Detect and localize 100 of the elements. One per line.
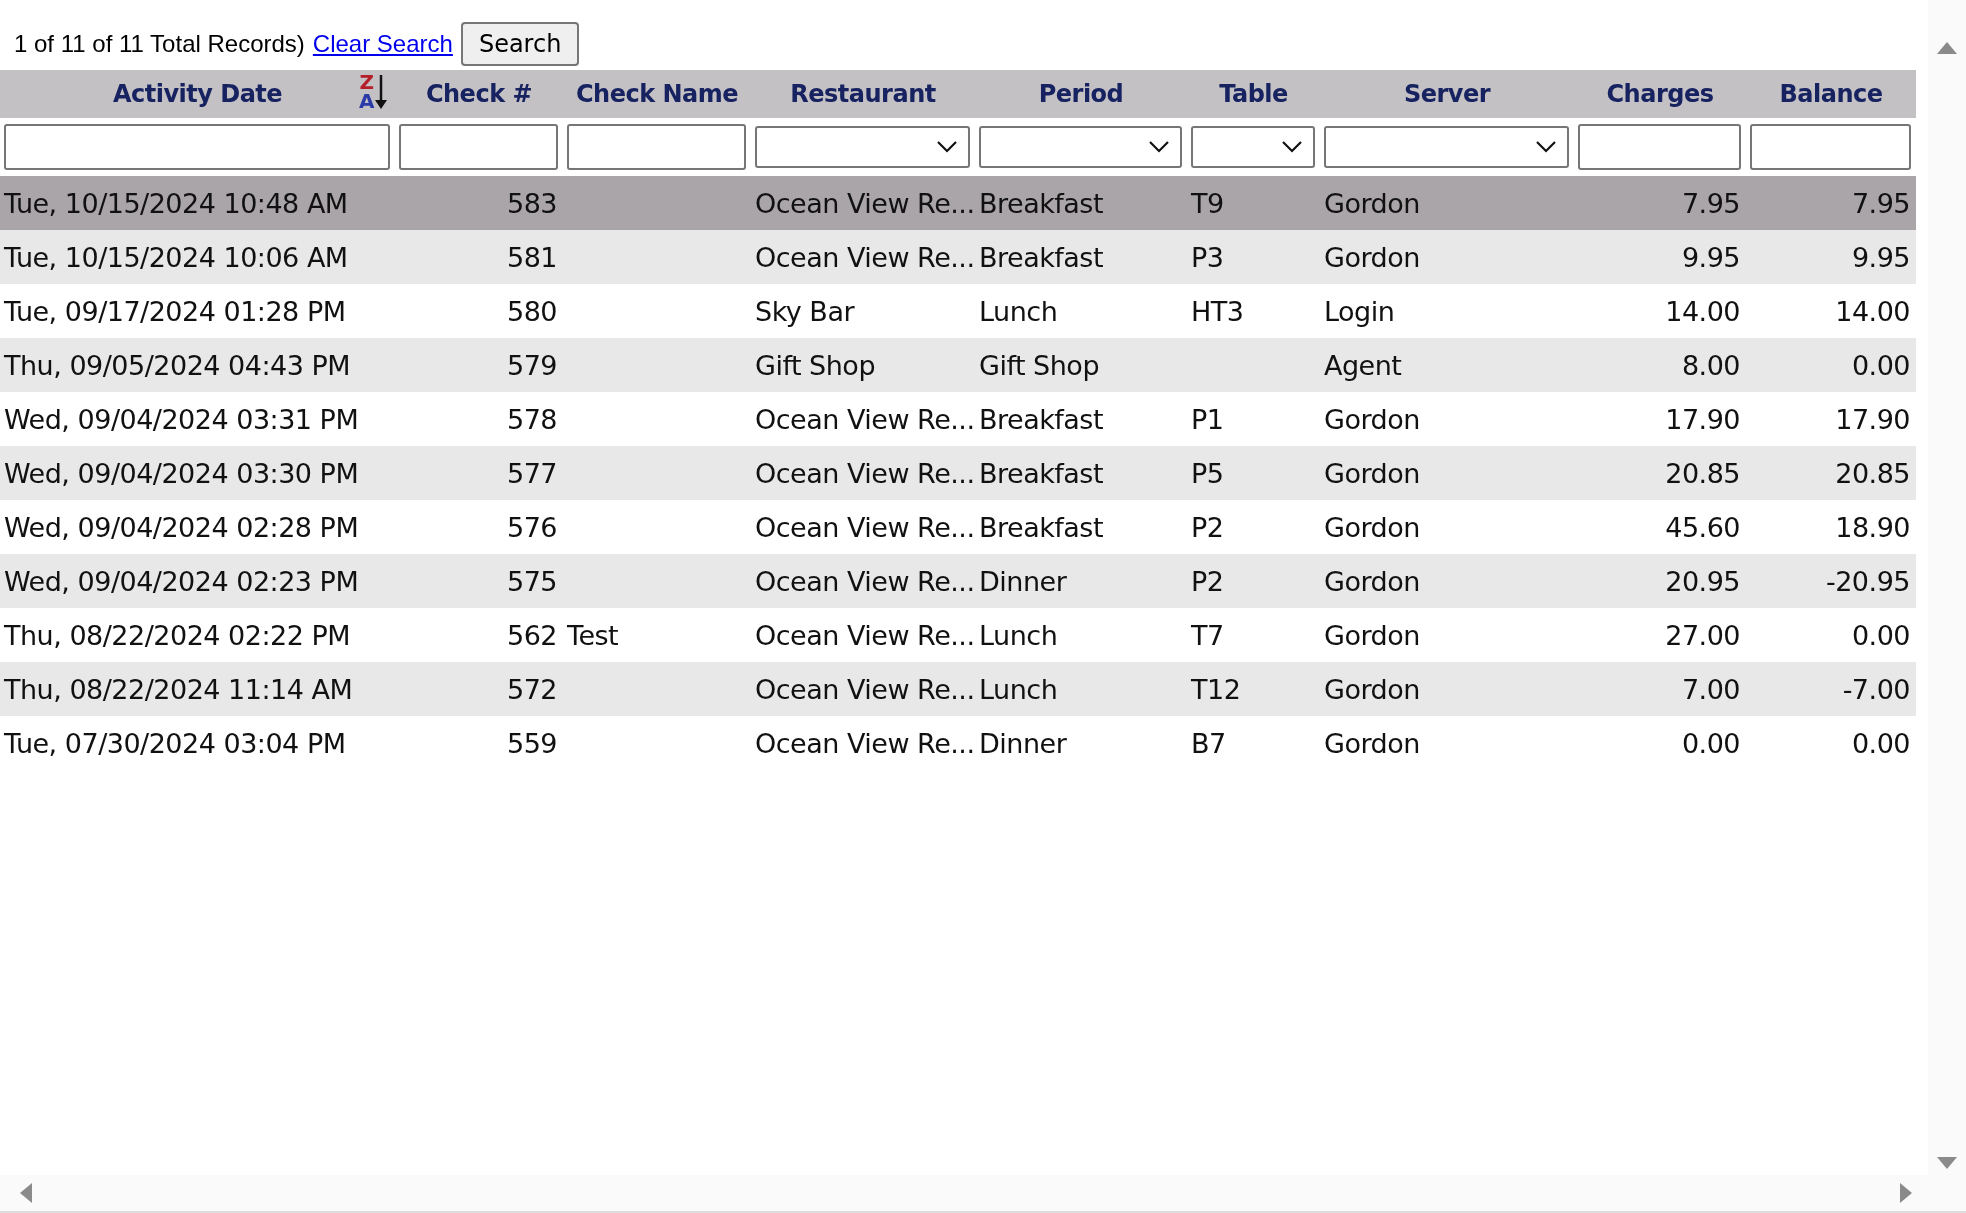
table-cell: Ocean View Re... xyxy=(755,187,975,219)
table-cell: P3 xyxy=(1191,241,1224,273)
table-cell: 581 xyxy=(506,241,557,273)
table-row[interactable]: Wed, 09/04/2024 02:23 PM 575 Ocean View Re... Dinner P2 Gordon 20.95 -20.95 xyxy=(0,554,1916,608)
table-cell: Breakfast xyxy=(979,457,1104,489)
table-cell: 0.00 xyxy=(1851,349,1910,381)
table-cell: Ocean View Re... xyxy=(755,241,975,273)
table-row[interactable]: Thu, 08/22/2024 11:14 AM 572 Ocean View Re... Lunch T12 Gordon 7.00 -7.00 xyxy=(0,662,1916,716)
table-cell: P2 xyxy=(1191,511,1224,543)
table-cell: Breakfast xyxy=(979,241,1104,273)
column-header[interactable]: Server xyxy=(1403,80,1491,108)
filter-field[interactable] xyxy=(4,124,390,170)
table-cell: 0.00 xyxy=(1681,727,1740,759)
scroll-left-arrow-icon[interactable] xyxy=(18,1183,34,1203)
table-cell: 559 xyxy=(506,727,557,759)
scroll-up-arrow-icon[interactable] xyxy=(1937,40,1957,56)
column-header[interactable]: Restaurant xyxy=(790,80,936,108)
filter-dropdown[interactable] xyxy=(1324,126,1569,168)
filter-field[interactable] xyxy=(567,124,746,170)
chevron-down-icon xyxy=(1281,140,1303,154)
column-header[interactable]: Table xyxy=(1219,80,1288,108)
filter-dropdown[interactable] xyxy=(979,126,1182,168)
table-cell: 0.00 xyxy=(1851,619,1910,651)
table-cell: Wed, 09/04/2024 02:23 PM xyxy=(4,565,359,597)
table-row[interactable]: Wed, 09/04/2024 03:30 PM 577 Ocean View Re... Breakfast P5 Gordon 20.85 20.85 xyxy=(0,446,1916,500)
table-cell: 18.90 xyxy=(1835,511,1910,543)
table-cell: 17.90 xyxy=(1665,403,1740,435)
table-cell: Ocean View Re... xyxy=(755,619,975,651)
table-cell: 8.00 xyxy=(1681,349,1740,381)
table-row[interactable]: Tue, 09/17/2024 01:28 PM 580 Sky Bar Lunch HT3 Login 14.00 14.00 xyxy=(0,284,1916,338)
table-cell: Thu, 09/05/2024 04:43 PM xyxy=(4,349,351,381)
column-header[interactable]: Check # xyxy=(425,80,533,108)
table-cell: Lunch xyxy=(979,673,1058,705)
chevron-down-icon xyxy=(936,140,958,154)
table-cell: 579 xyxy=(506,349,557,381)
scroll-down-arrow-icon[interactable] xyxy=(1937,1155,1957,1171)
table-cell: 7.95 xyxy=(1851,187,1910,219)
table-cell: HT3 xyxy=(1191,295,1244,327)
chevron-down-icon xyxy=(1535,140,1557,154)
table-cell: 580 xyxy=(506,295,557,327)
table-cell: 27.00 xyxy=(1665,619,1740,651)
table-cell: Gordon xyxy=(1324,187,1420,219)
table-cell: P2 xyxy=(1191,565,1224,597)
table-cell: 17.90 xyxy=(1835,403,1910,435)
table-cell: Login xyxy=(1324,295,1395,327)
table-row[interactable]: Wed, 09/04/2024 02:28 PM 576 Ocean View Re... Breakfast P2 Gordon 45.60 18.90 xyxy=(0,500,1916,554)
horizontal-scrollbar[interactable] xyxy=(0,1175,1966,1213)
table-cell: Ocean View Re... xyxy=(755,403,975,435)
table-cell: -20.95 xyxy=(1825,565,1910,597)
table-cell: Gordon xyxy=(1324,565,1420,597)
table-cell: Gordon xyxy=(1324,457,1420,489)
table-row[interactable]: Thu, 08/22/2024 02:22 PM 562 Test Ocean View Re... Lunch T7 Gordon 27.00 0.00 xyxy=(0,608,1916,662)
column-header[interactable]: Activity Date xyxy=(112,80,283,108)
table-cell: 575 xyxy=(506,565,557,597)
filter-dropdown[interactable] xyxy=(755,126,970,168)
table-row[interactable]: Wed, 09/04/2024 03:31 PM 578 Ocean View Re... Breakfast P1 Gordon 17.90 17.90 xyxy=(0,392,1916,446)
filter-dropdown[interactable] xyxy=(1191,126,1315,168)
table-cell: Breakfast xyxy=(979,187,1104,219)
table-cell: Wed, 09/04/2024 03:31 PM xyxy=(4,403,359,435)
table-row[interactable]: Tue, 10/15/2024 10:48 AM 583 Ocean View Re... Breakfast T9 Gordon 7.95 7.95 xyxy=(0,176,1916,230)
column-header[interactable]: Check Name xyxy=(575,80,739,108)
column-header[interactable]: Charges xyxy=(1606,80,1714,108)
table-cell: 14.00 xyxy=(1835,295,1910,327)
clear-search-link[interactable]: Clear Search xyxy=(312,30,453,58)
table-cell: Ocean View Re... xyxy=(755,565,975,597)
table-cell: Ocean View Re... xyxy=(755,727,975,759)
table-cell: 9.95 xyxy=(1851,241,1910,273)
chevron-down-icon xyxy=(1148,140,1170,154)
table-cell: Gordon xyxy=(1324,619,1420,651)
table-cell: 562 xyxy=(506,619,557,651)
table-cell: 7.95 xyxy=(1681,187,1740,219)
table-cell: Breakfast xyxy=(979,403,1104,435)
column-header[interactable]: Period xyxy=(1038,80,1124,108)
table-cell: Gordon xyxy=(1324,673,1420,705)
table-cell: Gift Shop xyxy=(979,349,1100,381)
table-cell: Ocean View Re... xyxy=(755,511,975,543)
table-cell: Tue, 09/17/2024 01:28 PM xyxy=(4,295,346,327)
table-cell: 577 xyxy=(506,457,557,489)
table-cell: 0.00 xyxy=(1851,727,1910,759)
table-cell: Tue, 10/15/2024 10:06 AM xyxy=(4,241,348,273)
table-cell: P5 xyxy=(1191,457,1224,489)
table-cell: Ocean View Re... xyxy=(755,457,975,489)
table-cell: 572 xyxy=(506,673,557,705)
search-button[interactable]: Search xyxy=(460,22,580,66)
table-cell: Ocean View Re... xyxy=(755,673,975,705)
table-cell: T12 xyxy=(1191,673,1241,705)
table-row[interactable]: Tue, 10/15/2024 10:06 AM 581 Ocean View Re... Breakfast P3 Gordon 9.95 9.95 xyxy=(0,230,1916,284)
scroll-right-arrow-icon[interactable] xyxy=(1898,1183,1914,1203)
filter-field[interactable] xyxy=(1750,124,1911,170)
column-header[interactable]: Balance xyxy=(1779,80,1883,108)
table-cell: P1 xyxy=(1191,403,1224,435)
table-cell: Agent xyxy=(1324,349,1402,381)
table-cell: 45.60 xyxy=(1665,511,1740,543)
table-cell: 7.00 xyxy=(1681,673,1740,705)
vertical-scrollbar[interactable] xyxy=(1928,0,1966,1175)
table-cell: Tue, 07/30/2024 03:04 PM xyxy=(4,727,346,759)
table-cell: B7 xyxy=(1191,727,1226,759)
filter-field[interactable] xyxy=(1578,124,1741,170)
filter-field[interactable] xyxy=(399,124,558,170)
table-cell: Thu, 08/22/2024 02:22 PM xyxy=(4,619,351,651)
